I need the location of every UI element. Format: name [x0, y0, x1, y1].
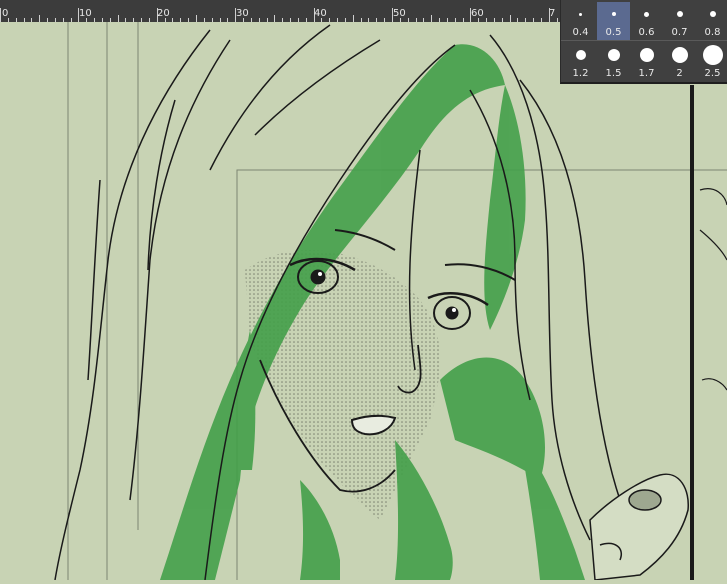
brush-size-label: 1.5 [605, 68, 622, 79]
ruler-label-70: 7 [549, 8, 556, 19]
brush-size-label: 1.7 [638, 68, 655, 79]
brush-size-dot-wrap [676, 2, 683, 26]
brush-size-option[interactable]: 0.8 [696, 2, 727, 40]
brush-dot-icon [639, 48, 654, 62]
brush-dot-icon [575, 50, 586, 60]
brush-size-option[interactable]: 0.6 [630, 2, 663, 40]
brush-size-option[interactable]: 2.5 [696, 43, 727, 81]
brush-size-dot-wrap [644, 2, 649, 26]
brush-dot-icon [709, 11, 716, 17]
ruler-label-10: 10 [79, 8, 92, 19]
brush-size-label: 2.5 [704, 68, 721, 79]
palette-row-divider [561, 40, 727, 41]
brush-dot-icon [611, 12, 616, 16]
brush-size-dot-wrap [639, 43, 654, 67]
brush-dot-icon [702, 45, 723, 65]
brush-size-dot-wrap [671, 43, 688, 67]
ruler-label-40: 40 [314, 8, 327, 19]
brush-size-palette: 0.4 0.5 0.6 0.7 0.8 1.2 1.5 1.7 2 2.5 [560, 0, 727, 84]
hand-with-ring [589, 473, 689, 581]
brush-size-dot-wrap [575, 43, 586, 67]
brush-size-label: 2 [676, 68, 683, 79]
ruler-label-20: 20 [157, 8, 170, 19]
ruler-label-30: 30 [236, 8, 249, 19]
brush-size-option[interactable]: 1.7 [630, 43, 663, 81]
brush-size-dot-wrap [579, 2, 582, 26]
brush-size-dot-wrap [607, 43, 620, 67]
brush-size-option[interactable]: 0.4 [564, 2, 597, 40]
brush-size-option[interactable]: 2 [663, 43, 696, 81]
brush-size-option[interactable]: 0.5 [597, 2, 630, 40]
drawing-canvas[interactable] [0, 22, 727, 581]
brush-size-option[interactable]: 0.7 [663, 2, 696, 40]
brush-size-label: 0.7 [671, 27, 688, 38]
brush-size-option[interactable]: 1.5 [597, 43, 630, 81]
brush-dot-icon [671, 47, 688, 63]
brush-size-label: 1.2 [572, 68, 589, 79]
brush-size-dot-wrap [709, 2, 716, 26]
brush-size-label: 0.4 [572, 27, 589, 38]
ruler-label-0: 0 [2, 8, 9, 19]
brush-size-dot-wrap [611, 2, 616, 26]
brush-dot-icon [676, 11, 683, 17]
adjacent-panel-sketch [699, 188, 727, 391]
brush-dot-icon [644, 11, 649, 17]
brush-size-option[interactable]: 1.2 [564, 43, 597, 81]
manga-artwork [54, 22, 727, 581]
ruler-label-60: 60 [471, 8, 484, 19]
brush-size-label: 0.8 [704, 27, 721, 38]
brush-size-label: 0.6 [638, 27, 655, 38]
ruler-label-50: 50 [393, 8, 406, 19]
brush-dot-icon [607, 49, 620, 61]
brush-size-label: 0.5 [605, 27, 622, 38]
brush-size-dot-wrap [702, 43, 723, 67]
brush-dot-icon [579, 12, 582, 16]
